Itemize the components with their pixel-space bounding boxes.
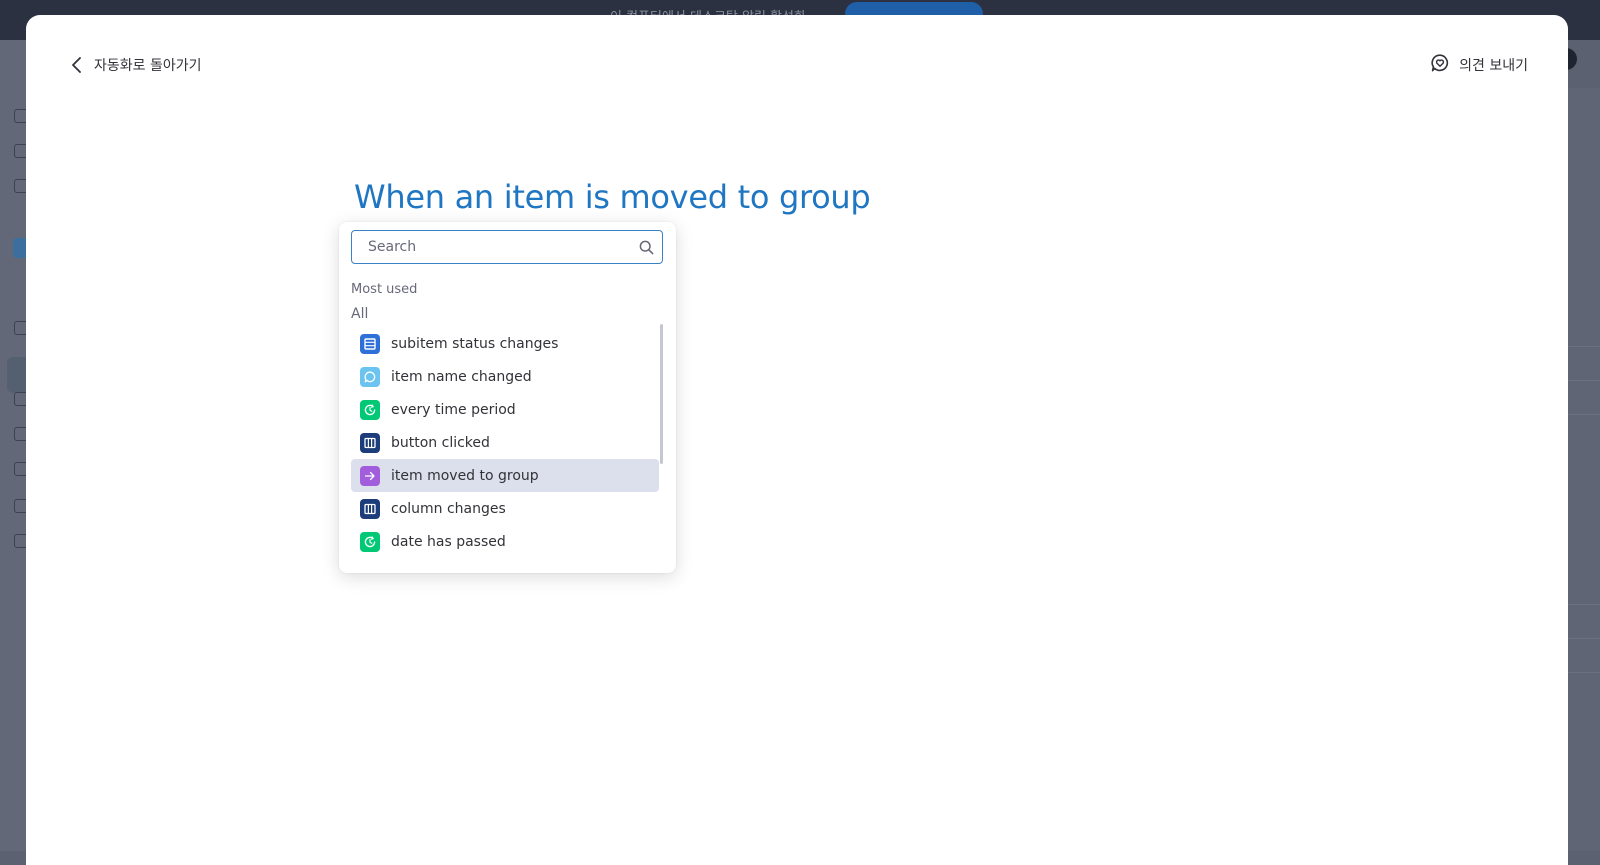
back-label: 자동화로 돌아가기 [94, 58, 202, 74]
background-row-divider [1568, 380, 1600, 381]
background-row-divider [1568, 672, 1600, 673]
list-item-label: subitem status changes [391, 335, 559, 352]
section-most-used[interactable]: Most used [351, 282, 417, 297]
search-field[interactable] [351, 230, 663, 264]
search-icon [639, 240, 654, 259]
list-item-label: button clicked [391, 434, 490, 451]
automation-sentence-title: When an item is moved to group [354, 178, 871, 216]
trigger-list: subitem status changes item name changed… [351, 324, 663, 556]
clock-icon [360, 399, 380, 420]
background-board-area [1568, 88, 1600, 851]
list-item-subitem-status-changes[interactable]: subitem status changes [351, 327, 659, 360]
trigger-dropdown: Most used All subitem status changes ite… [339, 222, 676, 573]
feedback-label: 의견 보내기 [1459, 58, 1528, 74]
search-input[interactable] [352, 232, 628, 262]
background-row-divider [1568, 346, 1600, 347]
background-row-divider [1568, 638, 1600, 639]
column-icon [360, 498, 380, 519]
list-item-label: item name changed [391, 368, 532, 385]
background-row-divider [1568, 604, 1600, 605]
list-item-label: column changes [391, 500, 506, 517]
column-icon [360, 432, 380, 453]
chevron-left-icon [70, 57, 84, 73]
background-workspace-badge [13, 238, 26, 258]
automation-modal: 자동화로 돌아가기 의견 보내기 When an item is moved t… [26, 15, 1568, 865]
send-feedback-button[interactable]: 의견 보내기 [1430, 53, 1528, 77]
list-item-label: item moved to group [391, 467, 539, 484]
list-item-label: date has passed [391, 533, 506, 550]
back-to-automations-button[interactable]: 자동화로 돌아가기 [70, 53, 202, 77]
background-sidebar [0, 40, 26, 851]
clock-icon [360, 531, 380, 552]
background-row-divider [1568, 414, 1600, 415]
list-item-button-clicked[interactable]: button clicked [351, 426, 659, 459]
background-sidebar-active-item [7, 357, 26, 393]
list-item-item-moved-to-group[interactable]: item moved to group [351, 459, 659, 492]
list-item-date-has-passed[interactable]: date has passed [351, 525, 659, 558]
list-item-every-time-period[interactable]: every time period [351, 393, 659, 426]
arrow-right-icon [360, 465, 380, 486]
list-item-label: every time period [391, 401, 516, 418]
feedback-bubble-icon [1430, 53, 1450, 77]
chat-bubble-icon [360, 366, 380, 387]
section-all[interactable]: All [351, 306, 368, 322]
list-scrollbar[interactable] [660, 324, 663, 464]
list-item-column-changes[interactable]: column changes [351, 492, 659, 525]
list-item-item-name-changed[interactable]: item name changed [351, 360, 659, 393]
subitems-icon [360, 333, 380, 354]
